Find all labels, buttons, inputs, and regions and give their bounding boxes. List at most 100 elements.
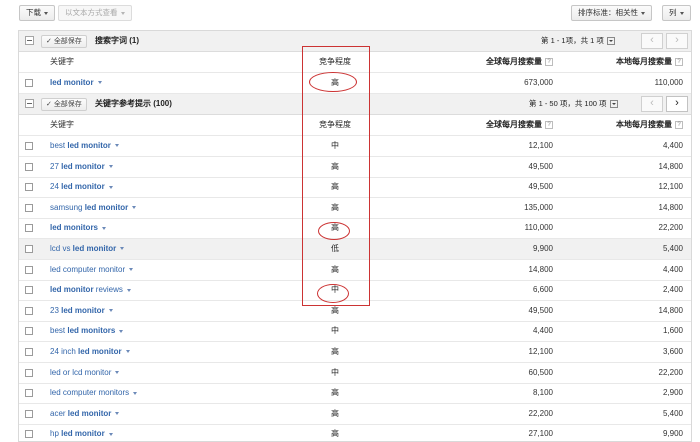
keyword-menu-icon[interactable] xyxy=(108,309,113,313)
keyword-menu-icon[interactable] xyxy=(119,329,124,333)
keyword-link[interactable]: led monitor reviews xyxy=(50,285,123,294)
row-checkbox[interactable] xyxy=(25,224,33,233)
row-checkbox[interactable] xyxy=(25,162,33,171)
keyword-menu-icon[interactable] xyxy=(133,391,138,395)
keyword-cell[interactable]: acer led monitor xyxy=(50,404,298,424)
keyword-cell[interactable]: led or lcd monitor xyxy=(50,363,298,383)
keyword-menu-icon[interactable] xyxy=(129,267,134,271)
help-icon[interactable]: ? xyxy=(675,120,683,129)
help-icon[interactable]: ? xyxy=(675,57,683,66)
collapse-toggle[interactable] xyxy=(25,94,37,114)
keyword-cell[interactable]: led monitors xyxy=(50,218,298,238)
row-checkbox[interactable] xyxy=(25,142,33,150)
keyword-link[interactable]: acer led monitor xyxy=(50,409,111,418)
keyword-link[interactable]: 24 led monitor xyxy=(50,182,105,191)
keyword-menu-icon[interactable] xyxy=(97,81,102,85)
row-checkbox[interactable] xyxy=(25,203,33,212)
keyword-ideas-section-header: ✓ 全部保存 关键字参考提示 (100) 第 1 - 50 项，共 100 项 … xyxy=(19,94,691,115)
keyword-link[interactable]: samsung led monitor xyxy=(50,203,128,212)
keyword-cell[interactable]: 27 led monitor xyxy=(50,157,298,177)
pagination-menu-icon[interactable] xyxy=(606,37,615,46)
keyword-menu-icon[interactable] xyxy=(108,185,113,189)
global-monthly-column-header[interactable]: 全球每月搜索量? xyxy=(368,52,556,72)
collapse-icon[interactable] xyxy=(25,36,34,45)
keyword-menu-icon[interactable] xyxy=(115,412,120,416)
row-checkbox[interactable] xyxy=(25,409,33,418)
keyword-cell[interactable]: led monitor reviews xyxy=(50,280,298,300)
keyword-cell[interactable]: best led monitors xyxy=(50,321,298,341)
keyword-cell[interactable]: samsung led monitor xyxy=(50,198,298,218)
keyword-cell[interactable]: 23 led monitor xyxy=(50,301,298,321)
row-checkbox[interactable] xyxy=(25,245,33,253)
save-all-button[interactable]: ✓ 全部保存 xyxy=(41,35,87,48)
keyword-menu-icon[interactable] xyxy=(120,247,125,251)
row-checkbox-cell xyxy=(25,177,37,197)
local-monthly-cell: 5,400 xyxy=(662,244,683,253)
row-checkbox[interactable] xyxy=(25,430,33,439)
row-checkbox[interactable] xyxy=(25,183,33,192)
keyword-link[interactable]: led monitor xyxy=(50,78,94,87)
next-page-button[interactable]: › xyxy=(666,96,688,112)
keyword-link[interactable]: lcd vs led monitor xyxy=(50,244,116,253)
keyword-cell[interactable]: 24 led monitor xyxy=(50,177,298,197)
help-icon[interactable]: ? xyxy=(545,120,553,129)
pagination-menu-icon[interactable] xyxy=(609,100,618,109)
keyword-menu-icon[interactable] xyxy=(126,288,131,292)
keyword-text: 24 inch xyxy=(50,347,79,356)
global-monthly-column-header[interactable]: 全球每月搜索量? xyxy=(368,115,556,135)
chevron-down-icon xyxy=(641,11,645,15)
prev-page-button[interactable]: ‹ xyxy=(641,33,663,49)
collapse-toggle[interactable] xyxy=(25,31,37,51)
keyword-link[interactable]: hp led monitor xyxy=(50,429,105,438)
keyword-cell[interactable]: led computer monitors xyxy=(50,383,298,403)
row-checkbox[interactable] xyxy=(25,306,33,315)
prev-page-button[interactable]: ‹ xyxy=(641,96,663,112)
keyword-link[interactable]: best led monitors xyxy=(50,326,115,335)
keyword-link[interactable]: led computer monitor xyxy=(50,265,125,274)
row-checkbox[interactable] xyxy=(25,265,33,274)
keyword-link[interactable]: 23 led monitor xyxy=(50,306,105,315)
columns-button[interactable]: 列 xyxy=(662,5,691,21)
keyword-menu-icon[interactable] xyxy=(125,350,130,354)
keyword-match-text: led monitor xyxy=(61,161,105,171)
view-as-text-button[interactable]: 以文本方式查看 xyxy=(58,5,132,21)
keyword-menu-icon[interactable] xyxy=(115,370,120,374)
competition-column-header[interactable]: 竞争程度 xyxy=(302,115,368,135)
keyword-column-header[interactable]: 关键字 xyxy=(50,52,298,72)
download-button[interactable]: 下载 xyxy=(19,5,55,21)
keyword-menu-icon[interactable] xyxy=(132,206,137,210)
row-checkbox[interactable] xyxy=(25,348,33,356)
competition-column-header[interactable]: 竞争程度 xyxy=(302,52,368,72)
save-all-button[interactable]: ✓ 全部保存 xyxy=(41,98,87,111)
row-checkbox[interactable] xyxy=(25,368,33,377)
keyword-cell[interactable]: led monitor xyxy=(50,73,298,93)
sort-dropdown[interactable]: 排序标准：相关性 xyxy=(571,5,652,21)
competition-cell: 低 xyxy=(331,244,339,253)
keyword-menu-icon[interactable] xyxy=(108,432,113,436)
collapse-icon[interactable] xyxy=(25,99,34,108)
keyword-link[interactable]: led computer monitors xyxy=(50,388,129,397)
keyword-link[interactable]: led monitors xyxy=(50,223,98,232)
local-monthly-column-header[interactable]: 本地每月搜索量? xyxy=(556,115,683,135)
keyword-menu-icon[interactable] xyxy=(102,226,107,230)
row-checkbox[interactable] xyxy=(25,327,33,336)
keyword-menu-icon[interactable] xyxy=(114,144,119,148)
keyword-link[interactable]: led or lcd monitor xyxy=(50,368,111,377)
global-monthly-label: 全球每月搜索量 xyxy=(486,57,542,66)
keyword-menu-icon[interactable] xyxy=(108,164,113,168)
keyword-link[interactable]: best led monitor xyxy=(50,141,111,150)
keyword-cell[interactable]: 24 inch led monitor xyxy=(50,342,298,362)
keyword-cell[interactable]: hp led monitor xyxy=(50,424,298,441)
keyword-cell[interactable]: best led monitor xyxy=(50,136,298,156)
keyword-column-header[interactable]: 关键字 xyxy=(50,115,298,135)
local-monthly-column-header[interactable]: 本地每月搜索量? xyxy=(556,52,683,72)
keyword-cell[interactable]: led computer monitor xyxy=(50,260,298,280)
help-icon[interactable]: ? xyxy=(545,57,553,66)
keyword-link[interactable]: 24 inch led monitor xyxy=(50,347,122,356)
keyword-cell[interactable]: lcd vs led monitor xyxy=(50,239,298,259)
row-checkbox[interactable] xyxy=(25,286,33,295)
next-page-button[interactable]: › xyxy=(666,33,688,49)
row-checkbox[interactable] xyxy=(25,389,33,398)
row-checkbox[interactable] xyxy=(25,79,33,87)
keyword-link[interactable]: 27 led monitor xyxy=(50,162,105,171)
